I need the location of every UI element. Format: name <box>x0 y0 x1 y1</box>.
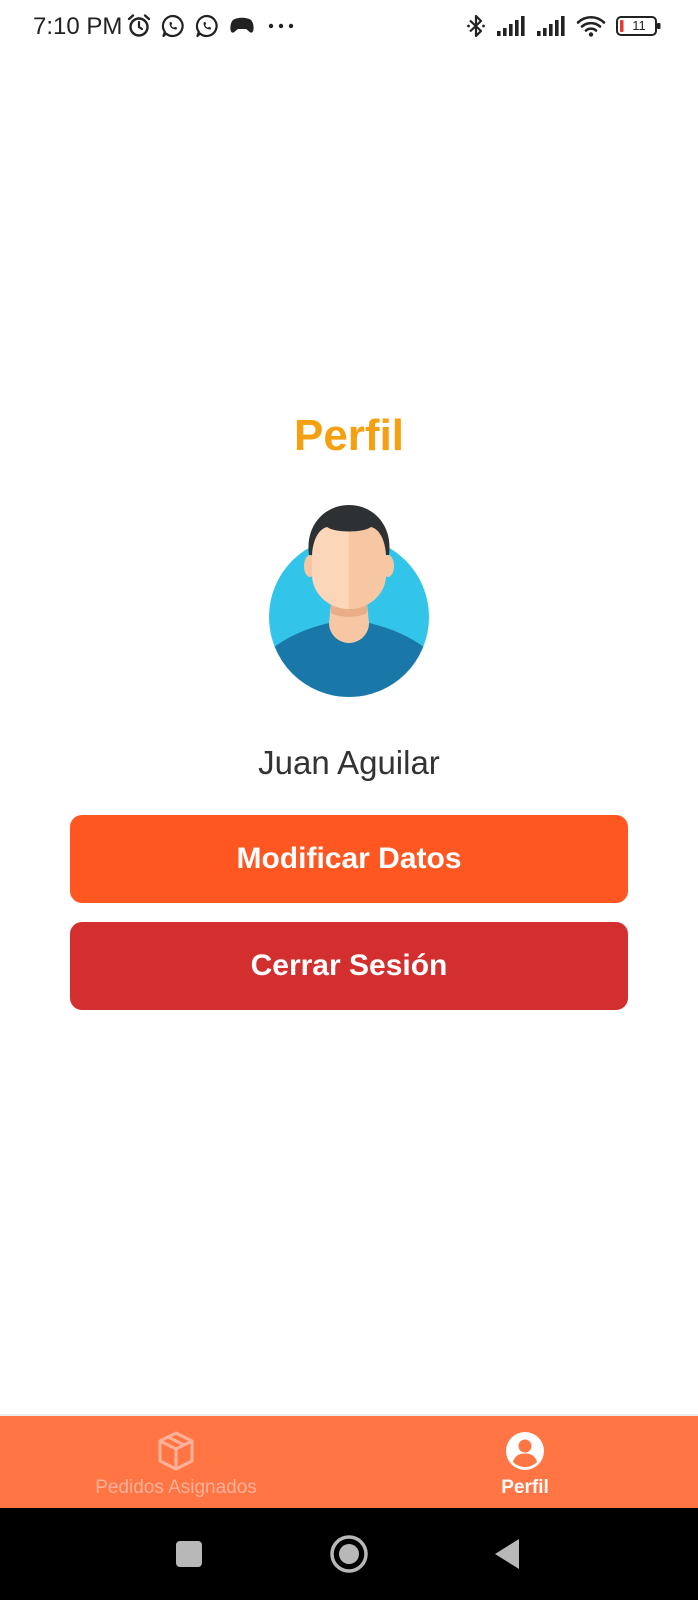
nav-label-perfil: Perfil <box>501 1477 549 1498</box>
alarm-icon <box>127 14 151 37</box>
more-dots-icon <box>268 23 294 29</box>
nav-item-perfil[interactable]: Perfil <box>460 1416 590 1508</box>
account-circle-icon <box>506 1432 544 1470</box>
nav-label-pedidos-asignados: Pedidos Asignados <box>95 1477 257 1498</box>
wifi-icon <box>576 15 606 37</box>
bottom-navigation: Pedidos Asignados Perfil <box>0 1414 698 1508</box>
battery-icon: 11 <box>616 15 662 37</box>
system-navigation-bar <box>0 1508 698 1600</box>
whatsapp-icon <box>161 14 184 38</box>
signal-icon <box>537 16 565 36</box>
status-time: 7:10 PM <box>33 13 123 40</box>
signal-icon <box>497 16 525 36</box>
game-controller-icon <box>230 17 254 33</box>
home-circle-icon[interactable] <box>323 1528 375 1580</box>
profile-screen: 7:10 PM 11 Perfil Juan Aguilar Modificar… <box>0 0 698 1600</box>
back-triangle-icon[interactable] <box>483 1528 535 1580</box>
battery-level: 11 <box>632 18 646 33</box>
status-bar: 7:10 PM 11 <box>0 0 698 54</box>
modify-data-button[interactable]: Modificar Datos <box>70 815 628 903</box>
page-title: Perfil <box>293 411 405 460</box>
logout-button[interactable]: Cerrar Sesión <box>70 922 628 1010</box>
nav-item-pedidos-asignados[interactable]: Pedidos Asignados <box>76 1416 276 1508</box>
package-box-icon <box>158 1431 194 1471</box>
status-system-icons: 11 <box>466 12 662 40</box>
recents-square-icon[interactable] <box>163 1528 215 1580</box>
user-avatar <box>269 505 429 697</box>
user-name: Juan Aguilar <box>258 744 440 781</box>
bluetooth-icon <box>467 14 485 38</box>
whatsapp-icon <box>195 14 218 38</box>
status-notification-icons <box>126 12 298 40</box>
